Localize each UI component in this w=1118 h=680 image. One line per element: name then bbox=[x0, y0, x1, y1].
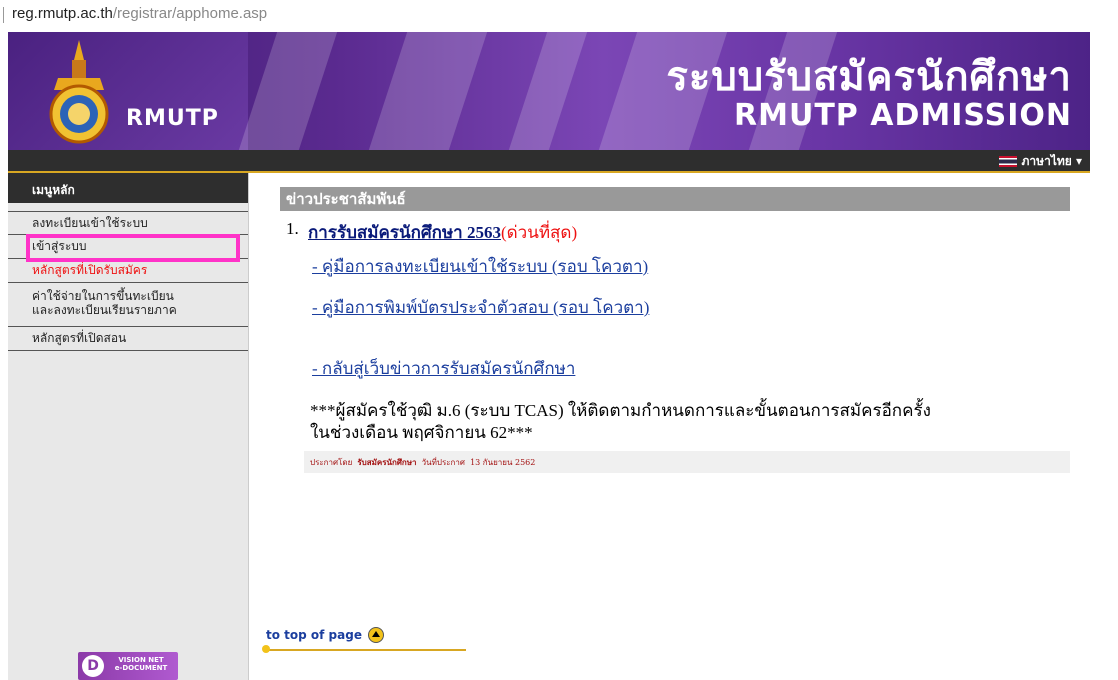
badge-text: VISION NET e-DOCUMENT bbox=[108, 656, 174, 672]
news-meta: ประกาศโดย รับสมัครนักศึกษา วันที่ประกาศ … bbox=[310, 456, 535, 469]
banner-stripe bbox=[238, 32, 338, 150]
to-top-label: to top of page bbox=[266, 628, 362, 642]
notice-line2: ในช่วงเดือน พฤศจิกายน 62*** bbox=[310, 423, 533, 442]
news-title: การรับสมัครนักศึกษา 2563(ด่วนที่สุด) bbox=[308, 219, 577, 246]
banner-stripe bbox=[508, 32, 588, 150]
logo-text: RMUTP bbox=[126, 106, 219, 131]
url-text[interactable]: reg.rmutp.ac.th/registrar/apphome.asp bbox=[12, 5, 267, 22]
back-to-admission-news-link[interactable]: - กลับสู่เว็บข่าวการรับสมัครนักศึกษา bbox=[312, 359, 575, 378]
fees-label-line2: และลงทะเบียนเรียนรายภาค bbox=[32, 303, 177, 317]
gold-divider bbox=[266, 649, 466, 651]
news-footer: ประกาศโดย รับสมัครนักศึกษา วันที่ประกาศ … bbox=[304, 451, 1070, 473]
banner-stripe bbox=[368, 32, 488, 150]
news-title-link[interactable]: การรับสมัครนักศึกษา 2563 bbox=[308, 223, 501, 242]
fees-label-line1: ค่าใช้จ่ายในการขึ้นทะเบียน bbox=[32, 289, 174, 303]
to-top-link[interactable]: to top of page bbox=[266, 627, 384, 643]
sidebar-spacer bbox=[8, 203, 248, 211]
language-selector[interactable]: ภาษาไทย ▾ bbox=[998, 152, 1082, 171]
sidebar-item-programs-offered[interactable]: หลักสูตรที่เปิดสอน bbox=[8, 327, 248, 351]
badge-line1: VISION NET bbox=[118, 656, 164, 664]
sidebar-item-open-programs[interactable]: หลักสูตรที่เปิดรับสมัคร bbox=[8, 259, 248, 283]
university-seal-icon bbox=[49, 40, 109, 144]
top-nav-bar: ภาษาไทย ▾ bbox=[8, 150, 1090, 173]
urgent-label: (ด่วนที่สุด) bbox=[500, 223, 578, 242]
header-banner: RMUTP ระบบรับสมัครนักศึกษา RMUTP ADMISSI… bbox=[8, 32, 1090, 150]
news-number: 1. bbox=[286, 219, 299, 238]
quota-registration-manual-link[interactable]: - คู่มือการลงทะเบียนเข้าใช้ระบบ (รอบ โคว… bbox=[312, 257, 648, 276]
vision-net-badge[interactable]: D VISION NET e-DOCUMENT bbox=[78, 652, 178, 680]
address-separator bbox=[3, 7, 4, 23]
site-title-english: RMUTP ADMISSION bbox=[734, 98, 1072, 133]
thai-flag-icon bbox=[998, 156, 1017, 167]
tcas-notice: ***ผู้สมัครใช้วุฒิ ม.6 (ระบบ TCAS) ให้ติ… bbox=[310, 400, 1070, 444]
language-label: ภาษาไทย ▾ bbox=[1021, 154, 1082, 168]
badge-line2: e-DOCUMENT bbox=[114, 664, 168, 672]
sidebar-item-register[interactable]: ลงทะเบียนเข้าใช้ระบบ bbox=[8, 211, 248, 235]
post-date: 13 กันยายน 2562 bbox=[470, 458, 536, 467]
section-title: ข่าวประชาสัมพันธ์ bbox=[280, 187, 1070, 211]
gold-dot bbox=[262, 645, 270, 653]
url-path: /registrar/apphome.asp bbox=[112, 5, 268, 22]
login-highlight-box bbox=[26, 234, 240, 262]
date-label: วันที่ประกาศ bbox=[421, 458, 465, 467]
badge-logo-icon: D bbox=[82, 655, 104, 677]
arrow-up-icon bbox=[367, 627, 384, 643]
sidebar-heading: เมนูหลัก bbox=[8, 173, 248, 203]
url-host: reg.rmutp.ac.th bbox=[12, 5, 113, 22]
sidebar-item-fees[interactable]: ค่าใช้จ่ายในการขึ้นทะเบียน และลงทะเบียนเ… bbox=[8, 283, 248, 327]
posted-by: รับสมัครนักศึกษา bbox=[357, 457, 417, 467]
main-content: ข่าวประชาสัมพันธ์ 1. การรับสมัครนักศึกษา… bbox=[258, 173, 1090, 680]
posted-by-label: ประกาศโดย bbox=[310, 458, 353, 467]
address-bar[interactable]: reg.rmutp.ac.th/registrar/apphome.asp bbox=[0, 0, 1118, 30]
quota-exam-card-manual-link[interactable]: - คู่มือการพิมพ์บัตรประจำตัวสอบ (รอบ โคว… bbox=[312, 298, 649, 317]
notice-line1: ***ผู้สมัครใช้วุฒิ ม.6 (ระบบ TCAS) ให้ติ… bbox=[310, 401, 931, 420]
